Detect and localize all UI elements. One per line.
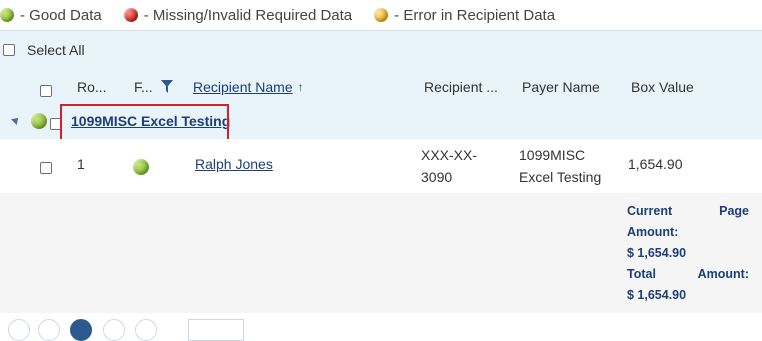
table-row: 1 Ralph Jones XXX-XX- 3090 1099MISC Exce… bbox=[0, 139, 762, 194]
row-status-green-icon bbox=[133, 159, 149, 175]
legend-missing-data: - Missing/Invalid Required Data bbox=[123, 6, 353, 24]
select-all-bar: Select All bbox=[0, 30, 762, 70]
current-amount-label: Amount: bbox=[627, 225, 679, 239]
legend-error-data-label: - Error in Recipient Data bbox=[394, 6, 556, 24]
current-page-amount: $ 1,654.90 bbox=[627, 246, 687, 260]
summary-row: Current Page Amount: $ 1,654.90 Total Amou… bbox=[0, 193, 762, 314]
legend-good-data-label: - Good Data bbox=[20, 6, 102, 24]
filter-icon[interactable] bbox=[160, 79, 173, 94]
recipient-tin-line2: 3090 bbox=[421, 169, 453, 185]
recipient-tin: XXX-XX- 3090 bbox=[421, 144, 477, 188]
page-label: Page bbox=[719, 204, 749, 218]
current-label: Current bbox=[627, 204, 673, 218]
collapse-caret-icon[interactable] bbox=[11, 115, 21, 125]
column-header-recipient-name[interactable]: Recipient Name ↑ bbox=[193, 69, 409, 104]
page-size-select[interactable] bbox=[188, 319, 244, 341]
last-page-button[interactable] bbox=[135, 319, 157, 341]
yellow-status-dot-icon bbox=[374, 8, 389, 22]
row-number: 1 bbox=[77, 156, 85, 172]
green-status-dot-icon bbox=[0, 8, 14, 22]
row-select-checkbox[interactable] bbox=[40, 162, 52, 174]
header-checkbox-cell bbox=[40, 69, 52, 104]
first-page-button[interactable] bbox=[8, 319, 30, 341]
total-amount: $ 1,654.90 bbox=[627, 288, 687, 302]
status-legend: - Good Data - Missing/Invalid Required D… bbox=[0, 0, 762, 30]
recipient-grid: Ro... F... Recipient Name ↑ Recipient ..… bbox=[0, 69, 762, 341]
payer-name-line2: Excel Testing bbox=[519, 169, 602, 185]
column-header-recipient-tin[interactable]: Recipient ... bbox=[424, 69, 508, 104]
legend-error-data: - Error in Recipient Data bbox=[374, 7, 555, 24]
group-row: 1099MISC Excel Testing bbox=[0, 104, 762, 144]
column-header-payer-name[interactable]: Payer Name bbox=[522, 69, 616, 104]
select-all-label[interactable]: Select All bbox=[27, 42, 85, 58]
current-page-button[interactable] bbox=[70, 319, 92, 341]
total-label: Total bbox=[627, 267, 656, 281]
box-value: 1,654.90 bbox=[628, 156, 683, 172]
group-status-green-icon bbox=[31, 113, 47, 129]
header-select-checkbox[interactable] bbox=[40, 84, 52, 97]
prev-page-button[interactable] bbox=[38, 319, 60, 341]
next-page-button[interactable] bbox=[103, 319, 125, 341]
page-total-summary: Current Page Amount: $ 1,654.90 Total Amou… bbox=[627, 201, 749, 306]
column-header-box-value[interactable]: Box Value bbox=[631, 69, 751, 104]
column-header-flag-label: F... bbox=[134, 78, 153, 95]
sort-ascending-icon: ↑ bbox=[297, 79, 304, 94]
legend-good-data: - Good Data bbox=[0, 7, 102, 24]
highlight-box bbox=[60, 104, 229, 144]
red-status-dot-icon bbox=[123, 8, 138, 22]
select-all-checkbox[interactable] bbox=[3, 44, 15, 56]
column-header-recipient-name-label[interactable]: Recipient Name bbox=[193, 79, 293, 95]
column-header-row[interactable]: Ro... bbox=[77, 69, 121, 104]
recipient-tin-line1: XXX-XX- bbox=[421, 147, 478, 163]
payer-name: 1099MISC Excel Testing bbox=[519, 144, 601, 188]
legend-missing-data-label: - Missing/Invalid Required Data bbox=[143, 6, 353, 24]
payer-name-line1: 1099MISC bbox=[519, 147, 586, 163]
column-header-flag[interactable]: F... bbox=[134, 69, 180, 104]
recipient-name-link[interactable]: Ralph Jones bbox=[195, 153, 273, 175]
total-amount-label: Amount: bbox=[697, 267, 749, 281]
pager bbox=[0, 313, 762, 341]
